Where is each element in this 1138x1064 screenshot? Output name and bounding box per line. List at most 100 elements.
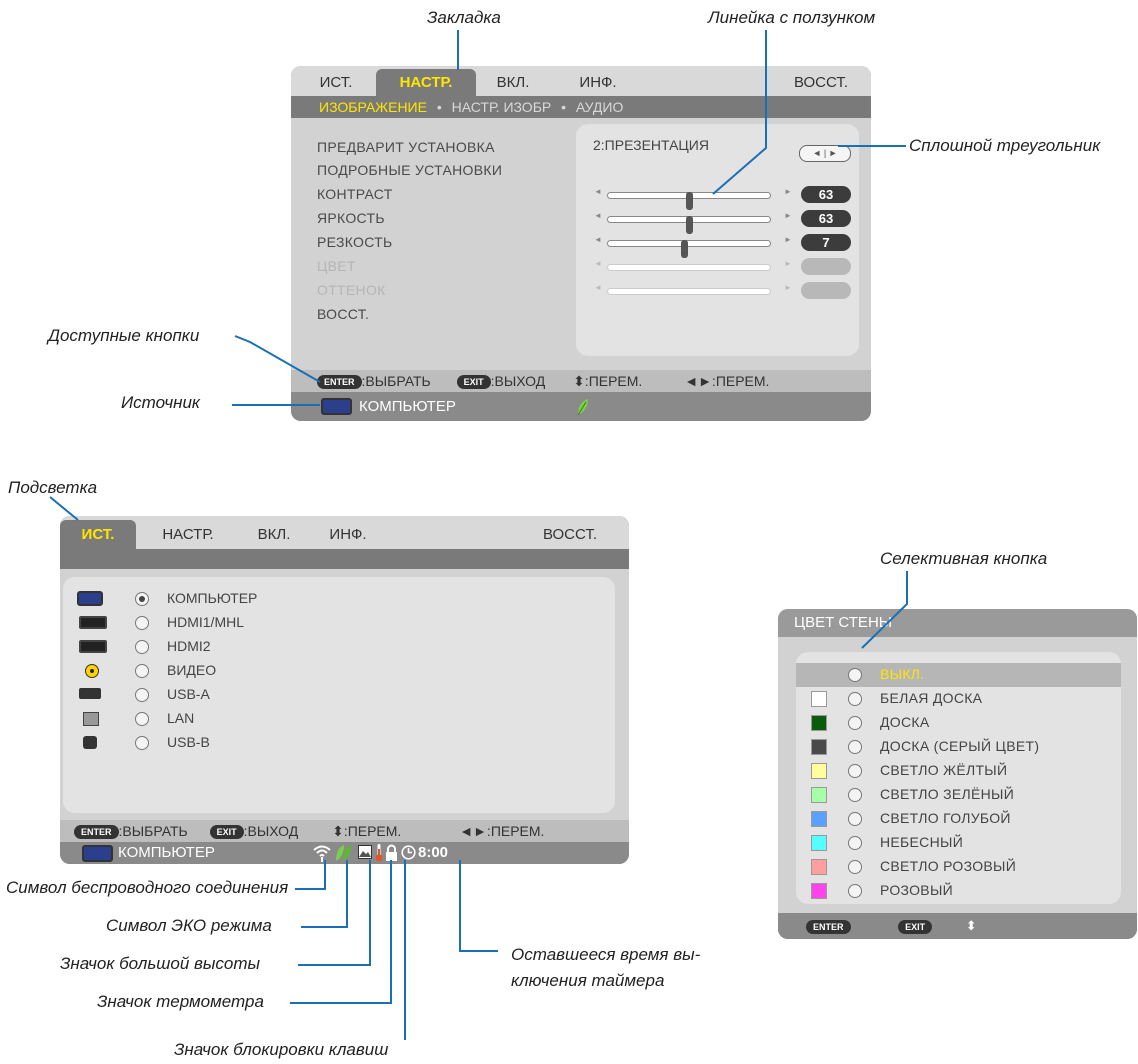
wireless-icon xyxy=(313,845,331,862)
annotation-available-buttons: Доступные кнопки xyxy=(48,326,200,345)
menu-item-detail-settings[interactable]: ПОДРОБНЫЕ УСТАНОВКИ xyxy=(317,162,502,178)
annotation-solid-triangle: Сплошной треугольник xyxy=(909,136,1101,155)
slider-track xyxy=(607,216,771,234)
radio-button[interactable] xyxy=(135,640,149,654)
radio-button[interactable] xyxy=(135,712,149,726)
menu-item-sharpness[interactable]: РЕЗКОСТЬ xyxy=(317,234,393,250)
radio-button[interactable] xyxy=(135,664,149,678)
triangle-right-icon: ► xyxy=(784,211,792,220)
menu-item-hue: ОТТЕНОК xyxy=(317,282,386,298)
subtab-image-options[interactable]: НАСТР. ИЗОБР xyxy=(452,96,552,118)
option-row[interactable]: НЕБЕСНЫЙ xyxy=(796,831,1121,855)
slider-value xyxy=(801,282,851,299)
triangle-left-icon: ◄ xyxy=(594,211,602,220)
sharpness-slider[interactable]: ◄ ► 7 xyxy=(594,234,851,258)
slider-knob[interactable] xyxy=(681,240,688,258)
exit-hint: :ВЫХОД xyxy=(243,823,299,839)
slider-knob[interactable] xyxy=(686,192,693,210)
subtab-separator: • xyxy=(436,99,442,115)
menu-item-brightness[interactable]: ЯРКОСТЬ xyxy=(317,210,385,226)
input-row[interactable]: HDMI1/MHL xyxy=(63,613,463,633)
option-row[interactable]: СВЕТЛО ГОЛУБОЙ xyxy=(796,807,1121,831)
enter-key-icon: ENTER xyxy=(317,375,362,390)
input-row[interactable]: USB-B xyxy=(63,733,463,753)
exit-hint: :ВЫХОД xyxy=(490,373,546,389)
triangle-left-icon: ◄ xyxy=(594,259,602,268)
tab-source[interactable]: ИСТ. xyxy=(60,520,136,549)
radio-button[interactable] xyxy=(848,740,862,754)
option-row[interactable]: СВЕТЛО ЗЕЛЁНЫЙ xyxy=(796,783,1121,807)
rca-video-icon xyxy=(85,664,99,678)
slider-knob[interactable] xyxy=(686,216,693,234)
leader-timer xyxy=(459,860,498,952)
input-row[interactable]: USB-A xyxy=(63,685,463,705)
tab-on[interactable]: ВКЛ. xyxy=(483,69,543,96)
option-row[interactable]: ВЫКЛ. xyxy=(796,663,1121,687)
option-label: БЕЛАЯ ДОСКА xyxy=(880,690,983,706)
option-label: РОЗОВЫЙ xyxy=(880,882,954,898)
option-row[interactable]: ДОСКА xyxy=(796,711,1121,735)
radio-button[interactable] xyxy=(135,592,149,606)
slider-value: 63 xyxy=(801,186,851,203)
option-row[interactable]: ДОСКА (СЕРЫЙ ЦВЕТ) xyxy=(796,735,1121,759)
eco-mode-icon xyxy=(336,845,351,861)
input-row[interactable]: КОМПЬЮТЕР xyxy=(63,589,463,609)
annotation-slider-bar: Линейка с ползунком xyxy=(708,8,876,27)
radio-button[interactable] xyxy=(848,764,862,778)
radio-button[interactable] xyxy=(135,688,149,702)
option-row[interactable]: СВЕТЛО РОЗОВЫЙ xyxy=(796,855,1121,879)
option-row[interactable]: СВЕТЛО ЖЁЛТЫЙ xyxy=(796,759,1121,783)
usb-b-icon xyxy=(83,736,97,749)
tab-reset[interactable]: ВОССТ. xyxy=(781,69,861,96)
radio-button[interactable] xyxy=(848,860,862,874)
input-row[interactable]: LAN xyxy=(63,709,463,729)
annotation-highlight: Подсветка xyxy=(8,478,98,497)
lan-icon xyxy=(83,712,99,726)
menu-source: ИСТ. НАСТР. ВКЛ. ИНФ. ВОССТ. КОМПЬЮТЕР H… xyxy=(60,516,629,864)
hdmi-icon xyxy=(79,640,107,653)
radio-button[interactable] xyxy=(848,692,862,706)
radio-button[interactable] xyxy=(848,812,862,826)
option-label: СВЕТЛО РОЗОВЫЙ xyxy=(880,858,1017,874)
input-label: HDMI2 xyxy=(167,638,211,654)
option-row[interactable]: РОЗОВЫЙ xyxy=(796,879,1121,903)
tab-setup[interactable]: НАСТР. xyxy=(376,69,476,96)
updown-hint: ⬍:ПЕРЕМ. xyxy=(573,373,643,389)
brightness-slider[interactable]: ◄ ► 63 xyxy=(594,210,851,234)
menu-item-contrast[interactable]: КОНТРАСТ xyxy=(317,186,393,202)
radio-button[interactable] xyxy=(848,884,862,898)
tab-reset[interactable]: ВОССТ. xyxy=(530,520,610,549)
input-row[interactable]: ВИДЕО xyxy=(63,661,463,681)
radio-button[interactable] xyxy=(848,668,862,682)
wall-color-title: ЦВЕТ СТЕНЫ xyxy=(794,614,893,631)
annotation-timer-line1: Оставшееся время вы- xyxy=(511,945,701,964)
leader-eco xyxy=(301,860,348,928)
vga-icon xyxy=(77,591,103,606)
annotation-wireless-symbol: Символ беспроводного соединения xyxy=(6,878,289,897)
option-row[interactable]: БЕЛАЯ ДОСКА xyxy=(796,687,1121,711)
tab-on[interactable]: ВКЛ. xyxy=(244,520,304,549)
menu-item-preset[interactable]: ПРЕДВАРИТ УСТАНОВКА xyxy=(317,139,495,155)
tab-setup[interactable]: НАСТР. xyxy=(148,520,228,549)
color-swatch xyxy=(811,763,827,779)
preset-value: 2:ПРЕЗЕНТАЦИЯ xyxy=(593,137,709,153)
color-swatch xyxy=(811,859,827,875)
radio-button[interactable] xyxy=(848,836,862,850)
menu-item-reset[interactable]: ВОССТ. xyxy=(317,306,369,322)
updown-hint: ⬍:ПЕРЕМ. xyxy=(332,823,402,839)
exit-key-icon: EXIT xyxy=(898,919,933,934)
solid-triangle-arrows-icon[interactable]: ◄ | ► xyxy=(799,145,851,162)
tab-info[interactable]: ИНФ. xyxy=(563,69,633,96)
subtab-audio[interactable]: АУДИО xyxy=(576,96,623,118)
input-row[interactable]: HDMI2 xyxy=(63,637,463,657)
subtab-picture[interactable]: ИЗОБРАЖЕНИЕ xyxy=(319,96,427,118)
leader-wireless xyxy=(295,860,326,890)
tab-info[interactable]: ИНФ. xyxy=(318,520,378,549)
radio-button[interactable] xyxy=(135,616,149,630)
radio-button[interactable] xyxy=(135,736,149,750)
radio-button[interactable] xyxy=(848,788,862,802)
contrast-slider[interactable]: ◄ ► 63 xyxy=(594,186,851,210)
tab-source[interactable]: ИСТ. xyxy=(303,69,369,96)
color-swatch xyxy=(811,883,827,899)
radio-button[interactable] xyxy=(848,716,862,730)
